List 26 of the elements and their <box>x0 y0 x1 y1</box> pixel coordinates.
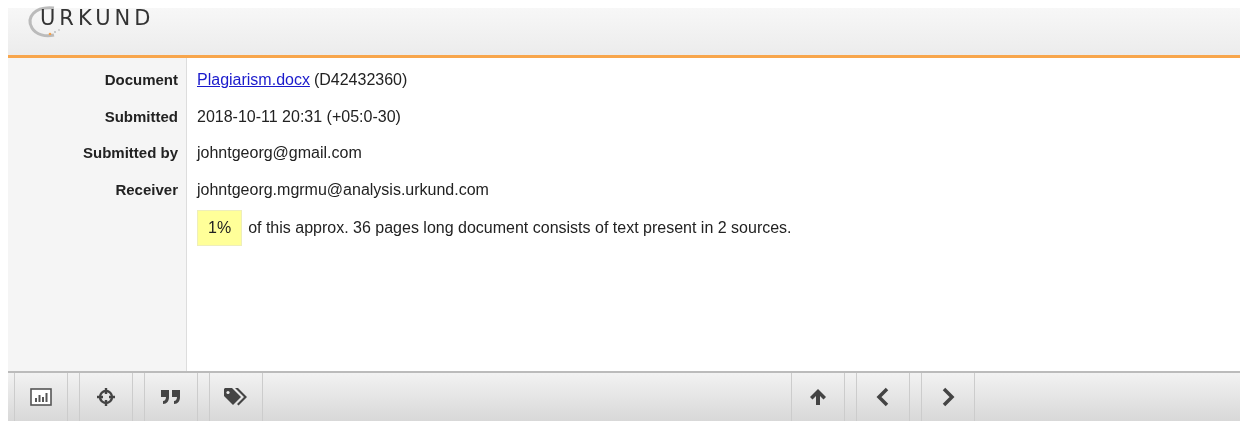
tags-icon <box>223 387 249 407</box>
field-value: johntgeorg.mgrmu@analysis.urkund.com <box>197 179 489 200</box>
crosshair-icon <box>96 387 116 407</box>
toolbar-button[interactable] <box>14 373 68 421</box>
toolbar-button[interactable] <box>791 373 845 421</box>
field-label: Submitted by <box>82 143 179 163</box>
toolbar-button[interactable] <box>921 373 975 421</box>
chevron-right-icon <box>941 387 955 407</box>
field-value: (D42432360) <box>313 70 408 90</box>
document-link[interactable]: Plagiarism.docx <box>197 68 310 92</box>
summary-text: of this approx. 36 pages long document consists of text present in 2 sources. <box>248 218 792 238</box>
field-value: johntgeorg@gmail.com <box>197 143 362 163</box>
toolbar-button[interactable] <box>144 373 198 421</box>
field-label: Receiver <box>114 179 179 200</box>
toolbar-button[interactable] <box>209 373 263 421</box>
percentage-badge: 1% <box>197 210 243 246</box>
toolbar-button[interactable] <box>79 373 133 421</box>
chevron-left-icon <box>876 387 890 407</box>
logo-text: URKUND <box>40 6 155 30</box>
field-label: Submitted <box>103 106 179 127</box>
up-arrow-icon <box>808 387 828 407</box>
chart-icon <box>30 388 52 406</box>
field-value: 2018-10-11 20:31 (+05:0-30) <box>197 106 401 127</box>
quote-icon <box>160 389 182 405</box>
field-label: Document <box>103 70 179 90</box>
toolbar-button[interactable] <box>856 373 910 421</box>
